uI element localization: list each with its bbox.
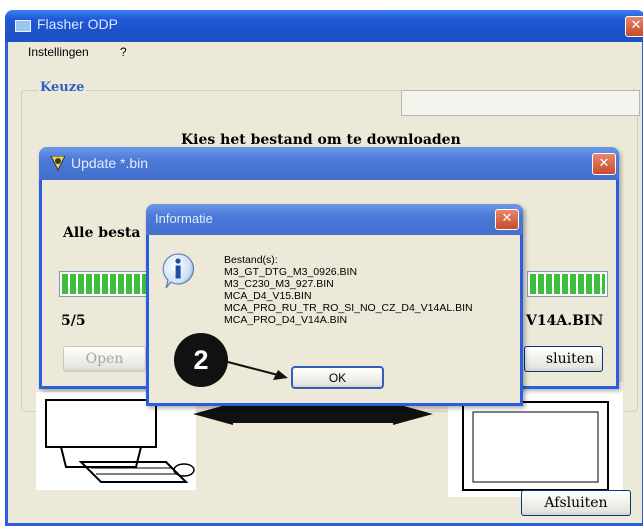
- menu-help[interactable]: ?: [120, 45, 127, 59]
- info-file-item: MCA_PRO_RU_TR_RO_SI_NO_CZ_D4_V14AL.BIN: [224, 302, 473, 314]
- update-filename: V14A.BIN: [526, 313, 604, 329]
- update-close-button[interactable]: ✕: [592, 153, 616, 175]
- main-titlebar[interactable]: Flasher ODP ✕: [5, 10, 643, 42]
- transfer-arrow: [233, 405, 393, 423]
- update-progress-fill-right: [530, 274, 605, 294]
- menu-instellingen[interactable]: Instellingen: [28, 45, 89, 59]
- info-file-item: MCA_D4_V15.BIN: [224, 290, 312, 302]
- arrow-head-right: [393, 403, 433, 425]
- info-message: Bestand(s): M3_GT_DTG_M3_0926.BIN M3_C23…: [224, 254, 473, 326]
- update-close-dialog-button[interactable]: sluiten: [524, 346, 603, 372]
- flasher-app-icon: [15, 20, 31, 32]
- keuze-group-title: Keuze: [38, 80, 87, 95]
- step-number-badge: 2: [174, 333, 228, 387]
- update-app-icon: [50, 156, 66, 172]
- update-count: 5/5: [61, 313, 86, 329]
- update-progress-bar-right: [527, 271, 608, 297]
- info-ok-button[interactable]: OK: [291, 366, 384, 389]
- step-pointer-arrow: [223, 360, 288, 380]
- main-title: Flasher ODP: [37, 16, 118, 32]
- instruction-text: Kies het bestand om te downloaden: [181, 132, 461, 148]
- info-close-button[interactable]: ✕: [495, 209, 519, 230]
- update-progress-fill-left: [62, 274, 156, 294]
- info-icon: [162, 253, 194, 289]
- main-close-app-button[interactable]: Afsluiten: [521, 490, 631, 516]
- update-titlebar[interactable]: Update *.bin ✕: [39, 147, 619, 180]
- menu-bar: Instellingen ?: [8, 42, 642, 62]
- update-status-text: Alle besta: [63, 225, 141, 241]
- info-titlebar[interactable]: Informatie ✕: [146, 204, 523, 235]
- update-open-button[interactable]: Open: [63, 346, 146, 372]
- arrow-head-left: [193, 403, 233, 425]
- info-title: Informatie: [155, 211, 213, 226]
- update-title: Update *.bin: [71, 155, 149, 171]
- computer-illustration-left: [36, 392, 196, 490]
- info-file-item: M3_C230_M3_927.BIN: [224, 278, 334, 290]
- step-number: 2: [193, 345, 209, 375]
- update-progress-bar-left: [59, 271, 159, 297]
- info-file-item: M3_GT_DTG_M3_0926.BIN: [224, 266, 358, 278]
- main-close-button[interactable]: ✕: [625, 16, 643, 37]
- info-file-item: MCA_PRO_D4_V14A.BIN: [224, 314, 348, 326]
- info-message-header: Bestand(s):: [224, 254, 278, 266]
- top-right-field: [401, 90, 640, 116]
